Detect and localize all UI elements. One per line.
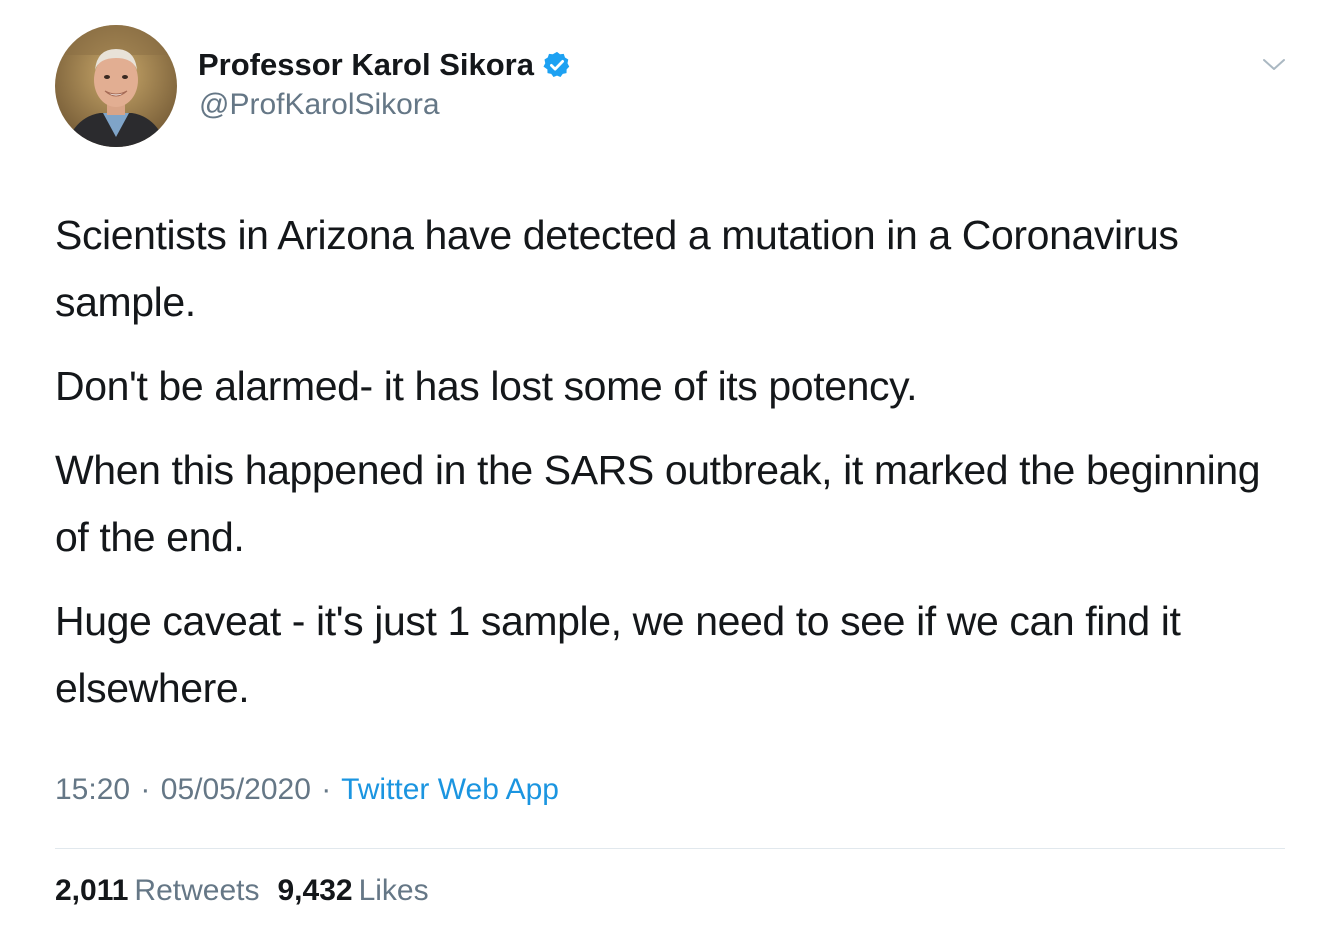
tweet-time[interactable]: 15:20 xyxy=(55,773,130,806)
tweet-paragraph: Scientists in Arizona have detected a mu… xyxy=(55,212,1179,325)
engagement-stats: 2,011 Retweets 9,432 Likes xyxy=(55,874,447,908)
tweet-metadata: 15:20 · 05/05/2020 · Twitter Web App xyxy=(55,773,559,807)
author-name-row[interactable]: Professor Karol Sikora xyxy=(198,44,572,86)
retweets-count: 2,011 xyxy=(55,874,129,907)
tweet-paragraph: Huge caveat - it's just 1 sample, we nee… xyxy=(55,598,1181,711)
verified-badge-icon xyxy=(543,51,570,77)
likes-label: Likes xyxy=(358,874,429,907)
author-handle[interactable]: @ProfKarolSikora xyxy=(199,88,440,122)
likes-count: 9,432 xyxy=(277,874,353,907)
meta-separator: · xyxy=(321,773,332,806)
source-link[interactable]: Twitter Web App xyxy=(341,773,559,806)
tweet-text: Scientists in Arizona have detected a mu… xyxy=(55,202,1295,739)
tweet-paragraph: When this happened in the SARS outbreak,… xyxy=(55,447,1261,560)
tweet-paragraph: Don't be alarmed- it has lost some of it… xyxy=(55,363,918,409)
divider xyxy=(55,848,1285,849)
retweets-label: Retweets xyxy=(134,874,260,907)
chevron-down-icon[interactable] xyxy=(1259,50,1289,80)
author-name[interactable]: Professor Karol Sikora xyxy=(198,47,534,83)
tweet-card: Professor Karol Sikora @ProfKarolSikora … xyxy=(0,0,1331,941)
meta-separator: · xyxy=(140,773,151,806)
retweets-stat[interactable]: 2,011 Retweets xyxy=(55,874,277,907)
likes-stat[interactable]: 9,432 Likes xyxy=(277,874,446,907)
tweet-date[interactable]: 05/05/2020 xyxy=(161,773,311,806)
avatar[interactable] xyxy=(55,25,177,147)
